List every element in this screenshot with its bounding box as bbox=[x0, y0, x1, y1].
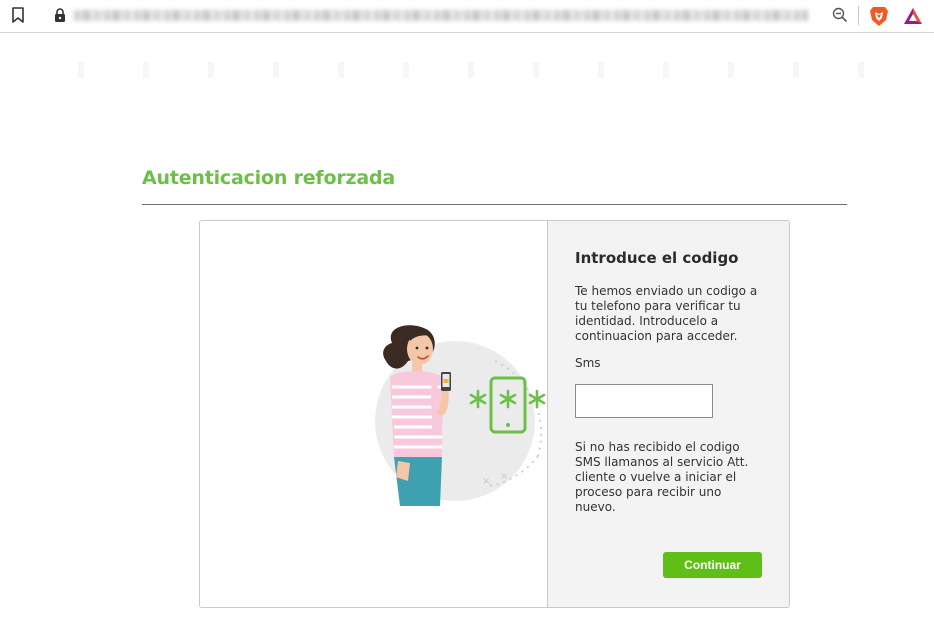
bookmark-icon[interactable] bbox=[11, 7, 25, 23]
svg-text:×: × bbox=[482, 476, 490, 487]
brave-rewards-icon[interactable] bbox=[902, 6, 924, 26]
form-description: Te hemos enviado un codigo a tu telefono… bbox=[575, 284, 758, 343]
sms-code-input[interactable] bbox=[575, 384, 713, 418]
illustration-panel: × × bbox=[200, 221, 548, 607]
form-heading: Introduce el codigo bbox=[575, 249, 739, 267]
page-title: Autenticacion reforzada bbox=[142, 167, 396, 189]
address-bar[interactable] bbox=[40, 2, 812, 28]
browser-toolbar bbox=[0, 0, 934, 33]
zoom-out-icon[interactable] bbox=[832, 7, 848, 23]
faint-header-decoration bbox=[66, 62, 866, 78]
title-divider bbox=[142, 204, 847, 205]
svg-text:×: × bbox=[500, 471, 508, 482]
phone-verification-illustration: × × bbox=[375, 325, 546, 506]
lock-icon[interactable] bbox=[53, 7, 67, 23]
form-panel: Introduce el codigo Te hemos enviado un … bbox=[548, 221, 789, 607]
authentication-card: × × Introduce el codigo Te hemos enviado… bbox=[199, 220, 790, 608]
brave-shield-icon[interactable] bbox=[869, 5, 889, 27]
url-text-obscured bbox=[74, 10, 808, 21]
continue-button[interactable]: Continuar bbox=[663, 552, 762, 578]
toolbar-divider bbox=[858, 6, 859, 25]
help-text: Si no has recibido el codigo SMS llamano… bbox=[575, 440, 749, 514]
sms-label: Sms bbox=[575, 356, 601, 370]
